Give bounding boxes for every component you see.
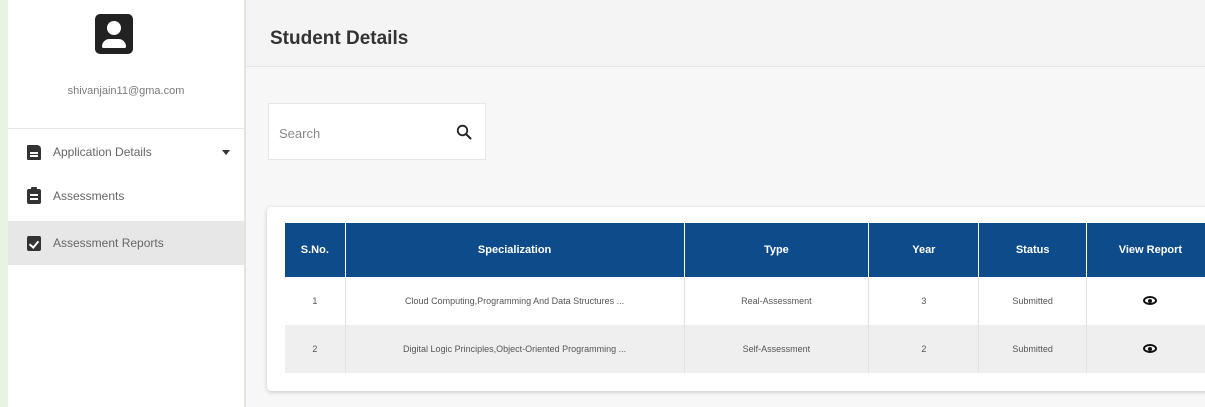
cell-view-report bbox=[1086, 325, 1205, 373]
search-box bbox=[268, 103, 486, 160]
table-header-row: S.No. Specialization Type Year Status Vi… bbox=[285, 223, 1205, 277]
sidebar-item-label: Application Details bbox=[53, 145, 152, 159]
eye-icon[interactable] bbox=[1143, 343, 1158, 353]
cell-type: Real-Assessment bbox=[684, 277, 870, 325]
profile-section: shivanjain11@gma.com bbox=[8, 0, 244, 129]
sidebar-item-assessment-reports[interactable]: Assessment Reports bbox=[8, 221, 244, 265]
search-input[interactable] bbox=[277, 120, 441, 146]
table-row: 1 Cloud Computing,Programming And Data S… bbox=[285, 277, 1205, 325]
file-icon bbox=[27, 144, 41, 160]
cell-year: 3 bbox=[868, 277, 980, 325]
column-header-year: Year bbox=[868, 223, 980, 277]
sidebar-item-label: Assessment Reports bbox=[53, 236, 164, 250]
column-header-sno: S.No. bbox=[285, 223, 346, 277]
cell-sno: 2 bbox=[285, 325, 346, 373]
cell-status: Submitted bbox=[978, 277, 1087, 325]
reports-card: S.No. Specialization Type Year Status Vi… bbox=[267, 207, 1205, 391]
clipboard-icon bbox=[27, 186, 41, 204]
sidebar-item-label: Assessments bbox=[53, 189, 125, 203]
cell-sno: 1 bbox=[285, 277, 346, 325]
table-row: 2 Digital Logic Principles,Object-Orient… bbox=[285, 325, 1205, 373]
cell-specialization: Digital Logic Principles,Object-Oriented… bbox=[345, 325, 685, 373]
column-header-view-report: View Report bbox=[1086, 223, 1205, 277]
column-header-status: Status bbox=[978, 223, 1087, 277]
search-icon[interactable] bbox=[456, 124, 472, 140]
sidebar: shivanjain11@gma.com Application Details… bbox=[8, 0, 244, 407]
sidebar-item-assessments[interactable]: Assessments bbox=[8, 174, 244, 218]
cell-type: Self-Assessment bbox=[684, 325, 870, 373]
chevron-down-icon[interactable] bbox=[222, 150, 230, 155]
sidebar-item-application-details[interactable]: Application Details bbox=[8, 130, 244, 174]
cell-year: 2 bbox=[868, 325, 980, 373]
reports-table: S.No. Specialization Type Year Status Vi… bbox=[285, 223, 1205, 373]
cell-view-report bbox=[1086, 277, 1205, 325]
avatar-icon bbox=[95, 14, 133, 54]
cell-specialization: Cloud Computing,Programming And Data Str… bbox=[345, 277, 685, 325]
main-content: Student Details S.No. Specialization Typ… bbox=[246, 0, 1205, 407]
clipboard-check-icon bbox=[27, 235, 41, 251]
column-header-type: Type bbox=[684, 223, 870, 277]
column-header-specialization: Specialization bbox=[345, 223, 685, 277]
page-title: Student Details bbox=[270, 28, 409, 49]
cell-status: Submitted bbox=[978, 325, 1087, 373]
user-email: shivanjain11@gma.com bbox=[67, 85, 185, 97]
eye-icon[interactable] bbox=[1143, 295, 1158, 305]
page-header: Student Details bbox=[246, 0, 1205, 67]
